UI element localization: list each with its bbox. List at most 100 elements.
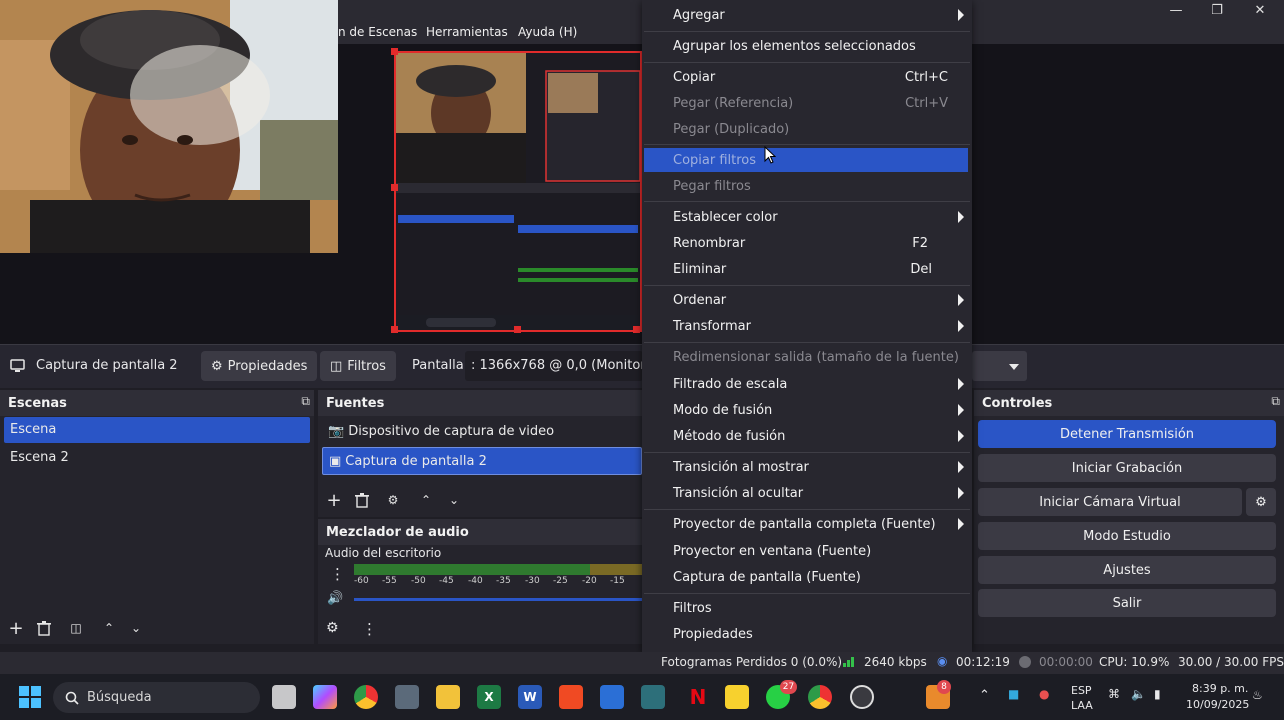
keyboard-layout[interactable]: LAA — [1071, 699, 1093, 712]
menu-item-transicion-ocultar[interactable]: Transición al ocultar — [673, 486, 803, 501]
kebab-menu-icon[interactable]: ⋮ — [330, 565, 345, 583]
clock-date[interactable]: 10/09/2025 — [1186, 698, 1249, 711]
gear-icon[interactable]: ⚙ — [1246, 488, 1276, 516]
filter-icon[interactable]: ◫ — [64, 616, 88, 640]
resize-handle[interactable] — [391, 326, 398, 333]
sticky-notes-icon[interactable] — [725, 685, 749, 709]
menu-tools[interactable]: Herramientas — [426, 25, 508, 39]
shortcut-renombrar: F2 — [912, 236, 928, 251]
gear-icon[interactable]: ⚙ — [381, 488, 405, 512]
chrome-profile-icon[interactable] — [808, 685, 832, 709]
screen-video-icon[interactable] — [600, 685, 624, 709]
resize-handle[interactable] — [391, 184, 398, 191]
menu-scene-collection[interactable]: n de Escenas — [338, 25, 417, 39]
wifi-icon[interactable]: ⌘ — [1108, 687, 1120, 701]
menu-item-establecer-color[interactable]: Establecer color — [673, 210, 778, 225]
menu-separator — [644, 452, 970, 453]
chrome-icon[interactable] — [354, 685, 378, 709]
menu-item-pegar-filtros[interactable]: Pegar filtros — [673, 179, 751, 194]
menu-item-proyector-ventana[interactable]: Proyector en ventana (Fuente) — [673, 544, 871, 559]
volume-slider[interactable] — [354, 598, 642, 601]
filters-button[interactable]: ◫ Filtros — [320, 351, 396, 381]
menu-item-redimensionar[interactable]: Redimensionar salida (tamaño de la fuent… — [673, 350, 959, 365]
security-icon[interactable]: ■ — [1008, 687, 1019, 701]
webcam-feed[interactable] — [0, 0, 338, 253]
menu-item-transicion-mostrar[interactable]: Transición al mostrar — [673, 460, 809, 475]
resize-handle[interactable] — [633, 326, 640, 333]
trash-icon[interactable] — [32, 616, 56, 640]
excel-icon[interactable]: X — [477, 685, 501, 709]
menu-item-captura-pantalla[interactable]: Captura de pantalla (Fuente) — [673, 570, 861, 585]
language-code[interactable]: ESP — [1071, 684, 1092, 697]
source-item[interactable]: ▣ Captura de pantalla 2 — [322, 447, 642, 475]
gear-icon[interactable]: ⚙ — [326, 620, 339, 636]
undock-icon[interactable]: ⧉ — [1271, 394, 1280, 409]
menu-item-pegar-referencia[interactable]: Pegar (Referencia) — [673, 96, 793, 111]
menu-item-agregar[interactable]: Agregar — [673, 8, 725, 23]
clock-time[interactable]: 8:39 p. m. — [1192, 682, 1248, 695]
menu-item-transformar[interactable]: Transformar — [673, 319, 751, 334]
scenes-dock: Escenas ⧉ Escena Escena 2 + ◫ ⌃ ⌄ — [0, 390, 314, 644]
screen-capture-preview[interactable] — [394, 51, 642, 332]
menu-item-modo-fusion[interactable]: Modo de fusión — [673, 403, 772, 418]
properties-button[interactable]: ⚙ Propiedades — [201, 351, 318, 381]
menu-help[interactable]: Ayuda (H) — [518, 25, 577, 39]
chevron-down-icon[interactable]: ⌄ — [442, 488, 466, 512]
kebab-menu-icon[interactable]: ⋮ — [362, 620, 377, 638]
menu-item-metodo-fusion[interactable]: Método de fusión — [673, 429, 785, 444]
chevron-down-icon[interactable]: ⌄ — [124, 616, 148, 640]
menu-item-pegar-duplicado[interactable]: Pegar (Duplicado) — [673, 122, 789, 137]
menu-separator — [644, 201, 970, 202]
trash-icon[interactable] — [350, 488, 374, 512]
minimize-icon[interactable]: — — [1166, 3, 1186, 19]
menu-item-filtrado-escala[interactable]: Filtrado de escala — [673, 377, 787, 392]
task-view-icon[interactable] — [272, 685, 296, 709]
speaker-icon[interactable]: 🔊 — [327, 591, 343, 606]
studio-mode-button[interactable]: Modo Estudio — [978, 522, 1276, 550]
scene-item[interactable]: Escena 2 — [4, 445, 310, 471]
notification-bell-icon[interactable]: ♨ — [1252, 688, 1263, 702]
word-icon[interactable]: W — [518, 685, 542, 709]
scene-item[interactable]: Escena — [4, 417, 310, 443]
dropdown-select[interactable] — [972, 351, 1027, 381]
exit-button[interactable]: Salir — [978, 589, 1276, 617]
source-item[interactable]: 📷 Dispositivo de captura de video — [322, 418, 642, 444]
file-explorer-icon[interactable] — [436, 685, 460, 709]
menu-item-copiar[interactable]: Copiar — [673, 70, 715, 85]
chevron-up-icon[interactable]: ⌃ — [979, 688, 990, 703]
calculator-icon[interactable] — [395, 685, 419, 709]
menu-item-propiedades[interactable]: Propiedades — [673, 627, 753, 642]
menu-item-agrupar[interactable]: Agrupar los elementos seleccionados — [673, 39, 916, 54]
resize-handle[interactable] — [514, 326, 521, 333]
meter-tick: -45 — [439, 576, 454, 586]
menu-item-filtros[interactable]: Filtros — [673, 601, 712, 616]
chevron-up-icon[interactable]: ⌃ — [414, 488, 438, 512]
display-select[interactable]: : 1366x768 @ 0,0 (Monitor prin — [465, 351, 643, 381]
netflix-icon[interactable]: N — [686, 685, 710, 709]
obs-icon[interactable] — [850, 685, 874, 709]
close-icon[interactable]: ✕ — [1250, 3, 1270, 19]
menu-item-copiar-filtros[interactable]: Copiar filtros — [673, 153, 756, 168]
resize-handle[interactable] — [391, 48, 398, 55]
windows-start-icon[interactable] — [19, 686, 41, 708]
start-recording-button[interactable]: Iniciar Grabación — [978, 454, 1276, 482]
battery-icon[interactable]: ▮ — [1154, 687, 1161, 701]
settings-button[interactable]: Ajustes — [978, 556, 1276, 584]
stop-stream-button[interactable]: Detener Transmisión — [978, 420, 1276, 448]
undock-icon[interactable]: ⧉ — [301, 394, 310, 409]
copilot-icon[interactable] — [313, 685, 337, 709]
search-box[interactable]: Búsqueda — [53, 682, 260, 713]
app-icon[interactable] — [641, 685, 665, 709]
volume-icon[interactable]: 🔈 — [1131, 687, 1146, 701]
chevron-up-icon[interactable]: ⌃ — [97, 616, 121, 640]
menu-item-eliminar[interactable]: Eliminar — [673, 262, 726, 277]
menu-item-proyector-completa[interactable]: Proyector de pantalla completa (Fuente) — [673, 517, 936, 532]
brave-icon[interactable] — [559, 685, 583, 709]
menu-item-ordenar[interactable]: Ordenar — [673, 293, 726, 308]
add-icon[interactable]: + — [322, 488, 346, 512]
start-virtual-camera-button[interactable]: Iniciar Cámara Virtual — [978, 488, 1242, 516]
menu-item-renombrar[interactable]: Renombrar — [673, 236, 745, 251]
add-icon[interactable]: + — [4, 616, 28, 640]
restore-icon[interactable]: ❐ — [1207, 3, 1227, 19]
microphone-icon[interactable]: ● — [1039, 687, 1049, 701]
